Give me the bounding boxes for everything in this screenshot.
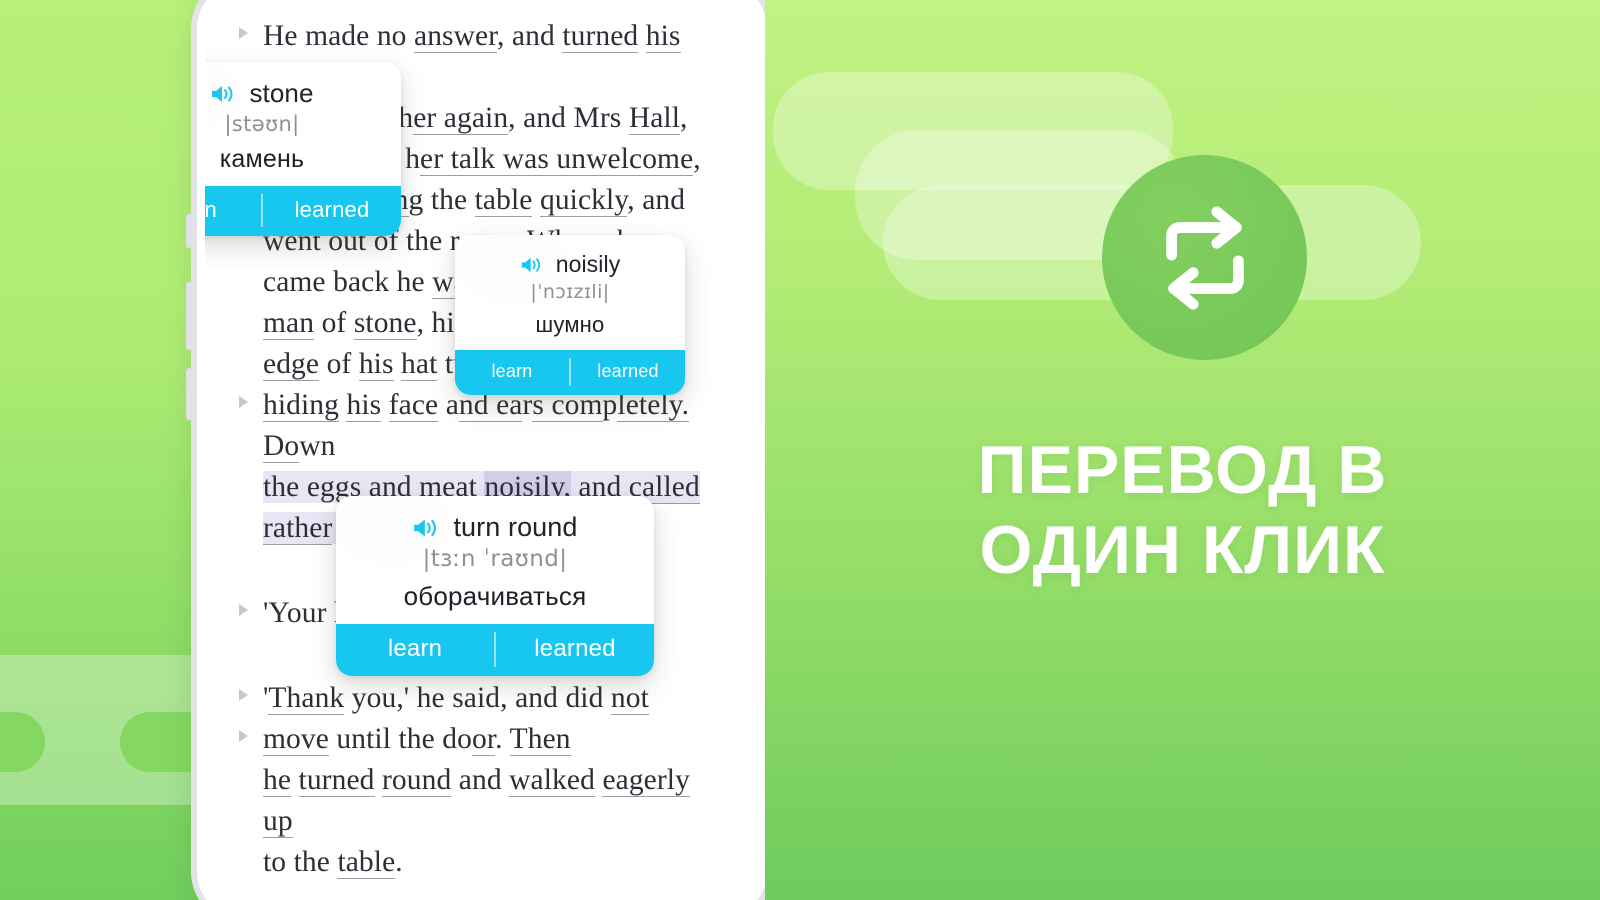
- popup-actions: learn learned: [205, 186, 401, 236]
- paragraph-marker-icon: [239, 396, 248, 408]
- translation-popup-turn-round[interactable]: turn round |tɜːn ˈraʊnd| оборачиваться l…: [336, 496, 654, 676]
- feature-icon-circle: [1102, 155, 1307, 360]
- popup-word-row: noisily: [477, 251, 663, 278]
- paragraph-marker-icon: [239, 730, 248, 742]
- reader-line: 'Thank you,' he said, and did not: [263, 682, 649, 715]
- speaker-icon[interactable]: [412, 515, 442, 541]
- popup-translation: оборачиваться: [403, 581, 587, 611]
- speaker-icon[interactable]: [520, 254, 545, 276]
- promo-panel: ПЕРЕВОД В ОДИН КЛИК: [765, 0, 1600, 900]
- learn-button[interactable]: learn: [455, 350, 569, 395]
- phone-silent-switch[interactable]: [186, 214, 192, 248]
- popup-body: noisily |ˈnɔɪzɪli| шумно: [455, 235, 685, 350]
- popup-word-row: turn round: [358, 512, 632, 543]
- popup-word-row: stone: [205, 78, 379, 109]
- translation-popup-noisily[interactable]: noisily |ˈnɔɪzɪli| шумно learn learned: [455, 235, 685, 395]
- popup-body: turn round |tɜːn ˈraʊnd| оборачиваться: [336, 496, 654, 624]
- popup-translation: камень: [219, 145, 305, 173]
- popup-word: stone: [249, 78, 314, 108]
- paragraph-marker-icon: [239, 604, 248, 616]
- popup-translation: шумно: [535, 312, 605, 337]
- translation-popup-stone[interactable]: stone |stəʊn| камень learn learned: [205, 62, 401, 236]
- paragraph-marker-icon: [239, 27, 248, 39]
- reader-line: move until the door. Then: [263, 723, 571, 756]
- reader-line: to the table.: [263, 846, 403, 879]
- left-decorative-backdrop: [0, 0, 205, 900]
- popup-actions: learn learned: [336, 624, 654, 676]
- reader-line: hiding his face and ears completely. Dow…: [263, 389, 690, 463]
- popup-tail: [491, 392, 531, 395]
- popup-ipa: |ˈnɔɪzɪli|: [530, 281, 610, 303]
- repeat-swap-icon: [1165, 205, 1244, 310]
- learned-button[interactable]: learned: [263, 186, 401, 236]
- paragraph-marker-icon: [239, 689, 248, 701]
- phone-screen: He made no answer, and turned his face a…: [205, 0, 759, 900]
- promo-headline-line1: ПЕРЕВОД В: [977, 432, 1388, 508]
- phone-volume-down-button[interactable]: [186, 368, 192, 420]
- reader-line: he turned round and walked eagerly up: [263, 764, 690, 838]
- learned-button[interactable]: learned: [496, 624, 654, 676]
- popup-tail: [327, 233, 367, 236]
- popup-ipa: |stəʊn|: [224, 112, 300, 136]
- reader-paragraph[interactable]: move until the door. Then he turned roun…: [239, 719, 725, 883]
- learn-button[interactable]: learn: [336, 624, 494, 676]
- popup-word: turn round: [453, 512, 578, 542]
- speaker-icon[interactable]: [210, 82, 238, 106]
- popup-word: noisily: [555, 251, 621, 277]
- popup-actions: learn learned: [455, 350, 685, 395]
- decorative-pill-right: [120, 712, 205, 772]
- popup-tail: [386, 673, 426, 676]
- promo-headline-line2: ОДИН КЛИК: [979, 512, 1386, 588]
- reader-paragraph[interactable]: 'Thank you,' he said, and did not: [239, 678, 725, 719]
- phone-mockup: He made no answer, and turned his face a…: [186, 0, 778, 900]
- phone-volume-up-button[interactable]: [186, 282, 192, 350]
- promo-headline: ПЕРЕВОД В ОДИН КЛИК: [765, 430, 1600, 590]
- popup-body: stone |stəʊn| камень: [205, 62, 401, 186]
- learn-button[interactable]: learn: [205, 186, 261, 236]
- learned-button[interactable]: learned: [571, 350, 685, 395]
- popup-ipa: |tɜːn ˈraʊnd|: [422, 546, 568, 572]
